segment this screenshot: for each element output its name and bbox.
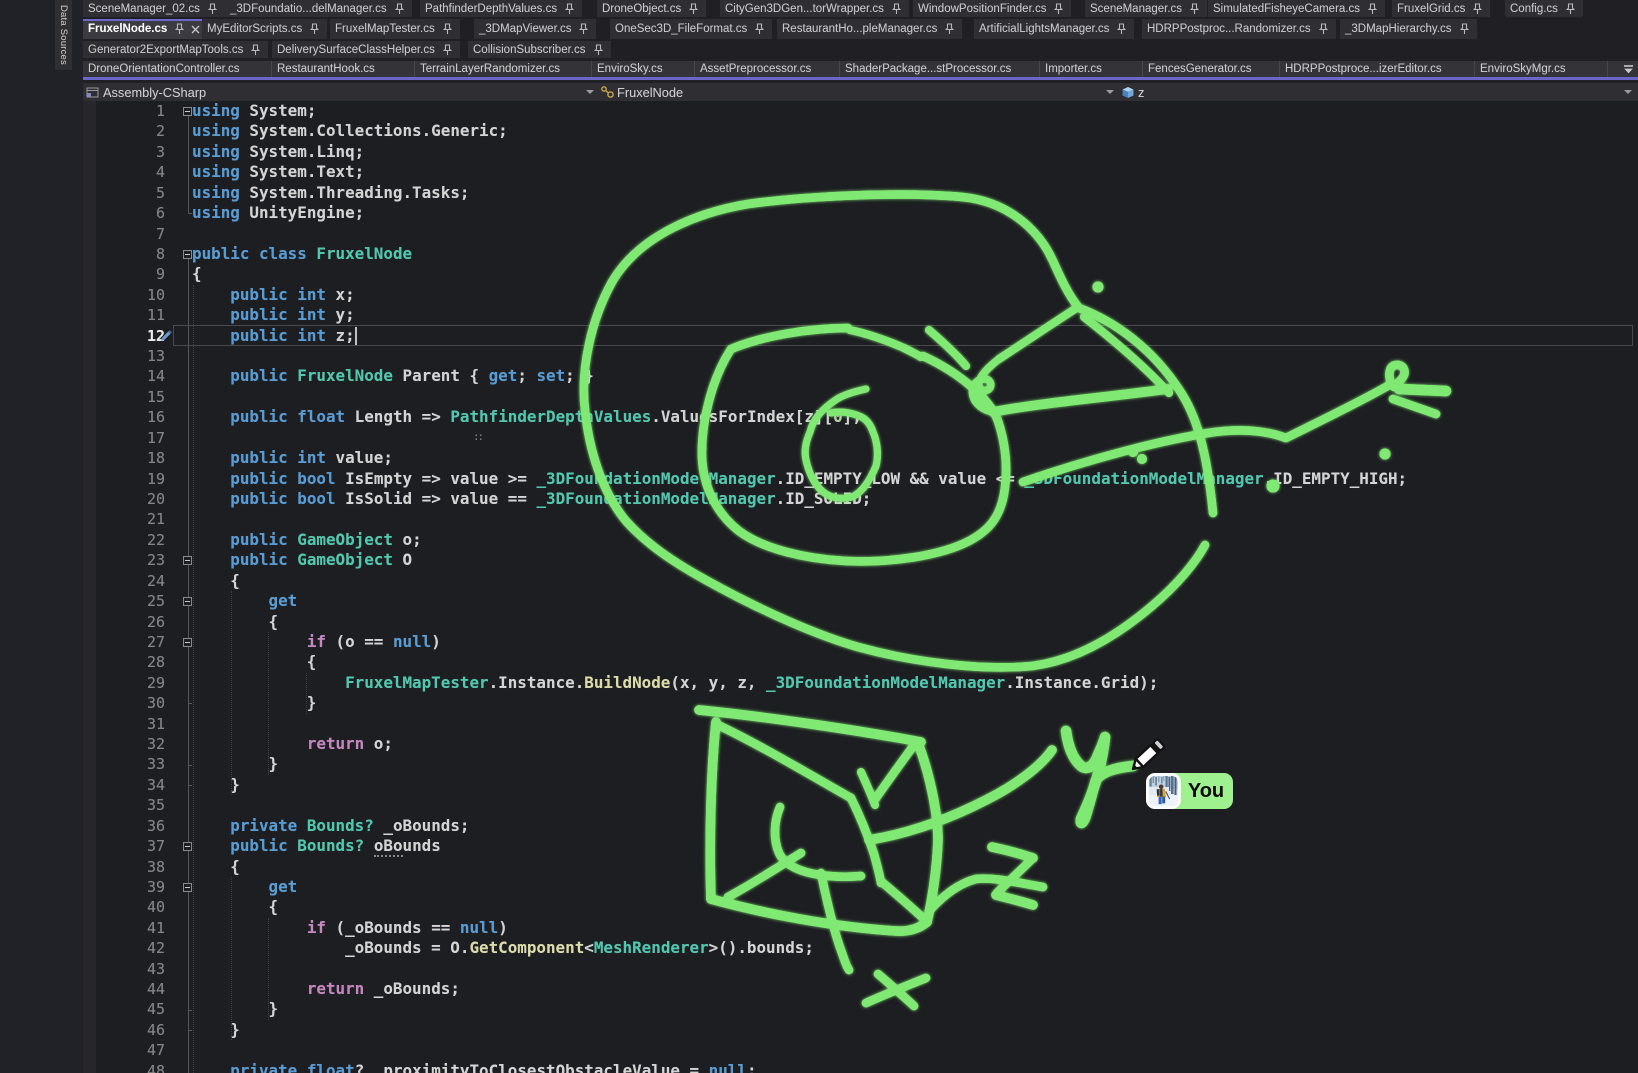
annotation-stroke <box>728 853 801 897</box>
annotation-stroke <box>775 807 861 877</box>
annotation-stroke <box>718 725 851 798</box>
annotation-dot <box>1267 480 1280 493</box>
annotation-stroke <box>878 974 914 1006</box>
annotation-stroke <box>861 772 875 805</box>
annotation-dot <box>1380 449 1391 460</box>
annotation-dot <box>1093 282 1104 293</box>
annotation-stroke <box>1066 731 1133 823</box>
annotation-stroke <box>996 895 1033 905</box>
annotation-stroke <box>1389 365 1404 387</box>
annotation-stroke <box>1399 389 1446 391</box>
vs-window: Data Sources SceneManager_02.cs_3DFounda… <box>0 0 1638 1073</box>
annotation-stroke <box>918 743 938 922</box>
annotation-stroke <box>993 389 1168 412</box>
annotation-stroke <box>1393 399 1436 414</box>
annotation-drawing <box>0 0 1638 1073</box>
annotation-stroke <box>999 307 1078 359</box>
annotation-stroke <box>699 710 921 742</box>
annotation-stroke <box>711 899 927 931</box>
annotation-stroke <box>805 389 877 498</box>
annotation-stroke <box>992 847 1033 858</box>
annotation-stroke <box>850 330 921 357</box>
annotation-stroke <box>874 745 914 801</box>
annotation-dot <box>1137 454 1147 464</box>
annotation-stroke <box>883 883 923 918</box>
annotation-dot <box>1128 447 1138 457</box>
annotation-stroke <box>710 722 716 899</box>
